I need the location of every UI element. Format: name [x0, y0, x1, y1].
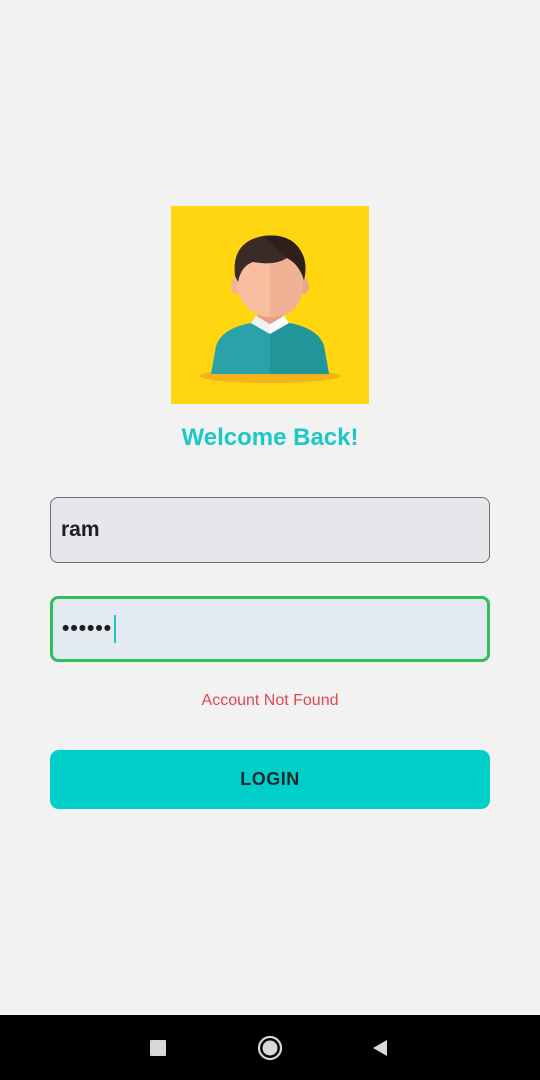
welcome-heading: Welcome Back! [181, 424, 359, 451]
username-input[interactable]: ram [50, 497, 490, 563]
circle-home-icon [257, 1035, 283, 1060]
error-message: Account Not Found [201, 692, 339, 709]
triangle-back-icon [373, 1039, 387, 1056]
recents-button[interactable] [128, 1015, 188, 1080]
square-recents-icon [150, 1039, 166, 1056]
user-avatar-icon [171, 206, 369, 404]
home-button[interactable] [240, 1015, 300, 1080]
login-screen: Welcome Back! ram •••••• Account Not Fou… [0, 0, 540, 1080]
password-value: •••••• [62, 617, 113, 640]
login-button[interactable]: LOGIN [50, 750, 490, 809]
username-value: ram [61, 518, 100, 541]
back-button[interactable] [350, 1015, 410, 1080]
password-input[interactable]: •••••• [50, 596, 490, 662]
text-cursor [114, 615, 117, 643]
system-navigation-bar [0, 1015, 540, 1080]
